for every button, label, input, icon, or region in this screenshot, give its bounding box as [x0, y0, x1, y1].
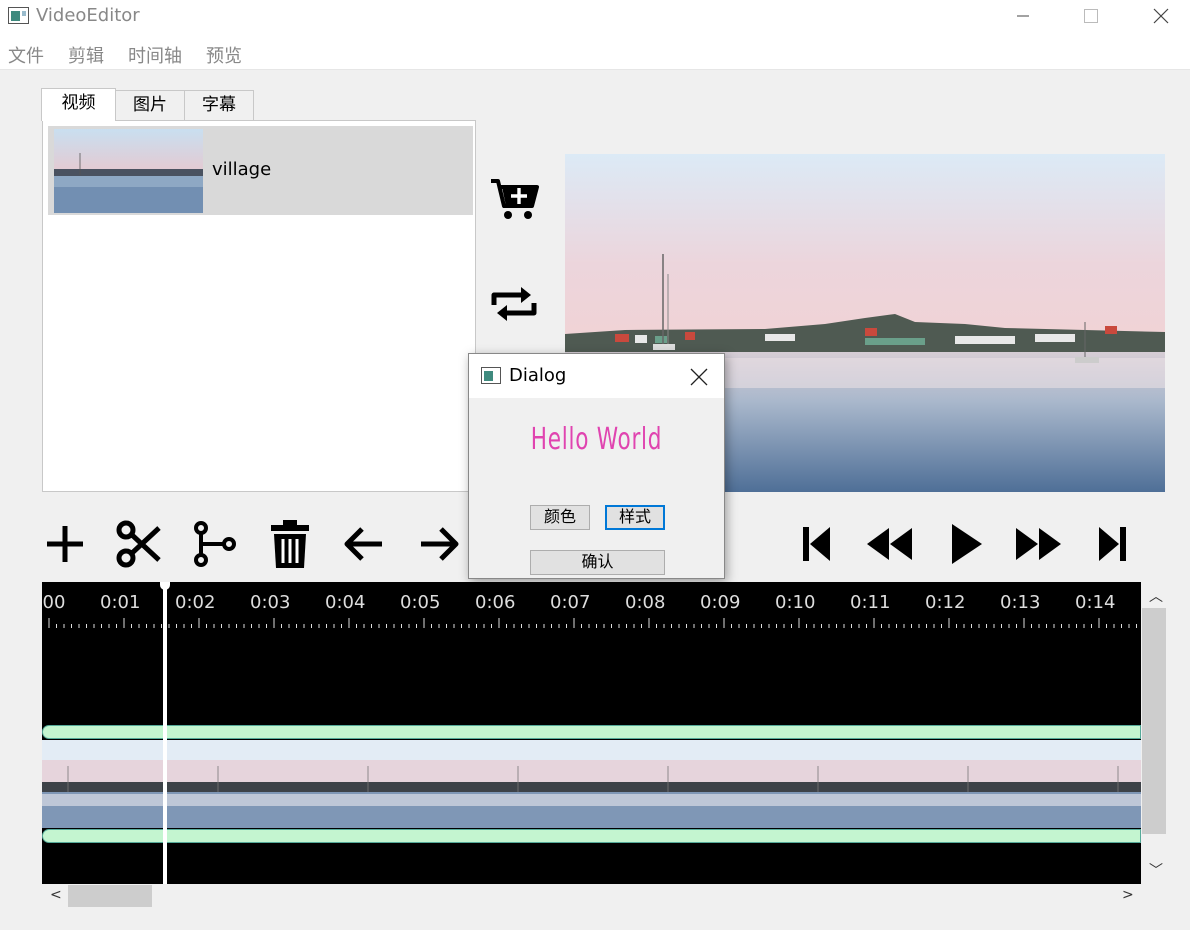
timeline[interactable]: 0:000:010:020:030:040:050:060:070:080:09… — [42, 582, 1141, 884]
tab-video[interactable]: 视频 — [41, 88, 116, 121]
skip-end-icon — [1099, 527, 1126, 561]
fast-forward-icon — [1016, 528, 1061, 560]
dialog: Dialog Hello World 颜色 样式 确认 — [468, 353, 725, 579]
fast-forward-button[interactable] — [1013, 518, 1065, 570]
split-button[interactable] — [189, 518, 241, 570]
scroll-up-icon[interactable]: ︿ — [1149, 586, 1163, 606]
playhead[interactable] — [163, 582, 167, 884]
tab-subtitles[interactable]: 字幕 — [184, 90, 254, 121]
close-button[interactable] — [1138, 0, 1184, 32]
confirm-button[interactable]: 确认 — [530, 550, 665, 575]
menu-edit[interactable]: 剪辑 — [68, 42, 104, 68]
split-icon — [194, 521, 236, 567]
minimize-icon — [1017, 15, 1029, 17]
track-bar-bottom — [42, 829, 1141, 843]
rewind-icon — [867, 528, 912, 560]
maximize-icon — [1084, 9, 1098, 23]
minimize-button[interactable] — [1000, 0, 1046, 32]
play-icon — [952, 524, 982, 564]
menu-file[interactable]: 文件 — [8, 42, 44, 68]
title-bar: VideoEditor — [0, 0, 1190, 34]
dialog-app-icon — [481, 367, 501, 384]
timeline-horizontal-scrollbar[interactable]: < > — [42, 884, 1141, 908]
filmstrip-frame — [492, 740, 642, 828]
filmstrip-frame — [342, 740, 492, 828]
filmstrip-frame — [42, 740, 192, 828]
repeat-icon — [491, 287, 537, 321]
window-title: VideoEditor — [36, 5, 140, 26]
move-right-button[interactable] — [413, 518, 465, 570]
scissors-icon — [116, 520, 161, 568]
filmstrip-frame — [192, 740, 342, 828]
maximize-button[interactable] — [1068, 0, 1114, 32]
skip-end-button[interactable] — [1088, 518, 1140, 570]
plus-icon — [47, 526, 83, 562]
scroll-left-icon[interactable]: < — [50, 887, 62, 903]
play-button[interactable] — [938, 518, 990, 570]
rewind-button[interactable] — [863, 518, 915, 570]
scroll-right-icon[interactable]: > — [1122, 887, 1134, 903]
menu-timeline[interactable]: 时间轴 — [128, 42, 182, 68]
dialog-title-bar: Dialog — [469, 354, 724, 398]
hello-text: Hello World — [530, 422, 663, 457]
menu-bar: 文件 剪辑 时间轴 预览 — [0, 34, 1190, 70]
horizontal-scroll-thumb[interactable] — [68, 885, 152, 907]
repeat-button[interactable] — [488, 281, 540, 327]
filmstrip-frame — [642, 740, 792, 828]
cut-button[interactable] — [113, 518, 165, 570]
filmstrip-frame — [1092, 740, 1141, 828]
video-thumbnail — [54, 129, 203, 213]
scroll-down-icon[interactable]: ﹀ — [1149, 860, 1163, 880]
media-list: village — [42, 120, 476, 492]
arrow-left-icon — [344, 527, 382, 561]
color-button[interactable]: 颜色 — [530, 505, 590, 530]
menu-preview[interactable]: 预览 — [206, 42, 242, 68]
add-button[interactable] — [39, 518, 91, 570]
dialog-close-button[interactable] — [687, 365, 711, 389]
media-item-label: village — [212, 159, 272, 180]
close-icon — [690, 368, 708, 386]
dialog-title: Dialog — [509, 365, 567, 386]
tab-images[interactable]: 图片 — [115, 90, 185, 121]
move-left-button[interactable] — [338, 518, 390, 570]
cart-plus-icon — [491, 179, 539, 219]
trash-icon — [271, 520, 309, 568]
track-bar-top — [42, 725, 1141, 739]
skip-start-button[interactable] — [789, 518, 841, 570]
style-button[interactable]: 样式 — [605, 505, 665, 530]
app-icon — [8, 7, 29, 24]
filmstrip-frame — [792, 740, 942, 828]
add-to-timeline-button[interactable] — [488, 176, 540, 222]
skip-start-icon — [803, 527, 830, 561]
delete-button[interactable] — [264, 518, 316, 570]
arrow-right-icon — [421, 527, 459, 561]
close-icon — [1153, 8, 1169, 24]
filmstrip-frame — [942, 740, 1092, 828]
ruler-ticks — [48, 618, 1137, 628]
vertical-scroll-thumb[interactable] — [1142, 608, 1166, 834]
media-item[interactable]: village — [48, 126, 473, 215]
video-track-filmstrip[interactable] — [42, 740, 1141, 828]
